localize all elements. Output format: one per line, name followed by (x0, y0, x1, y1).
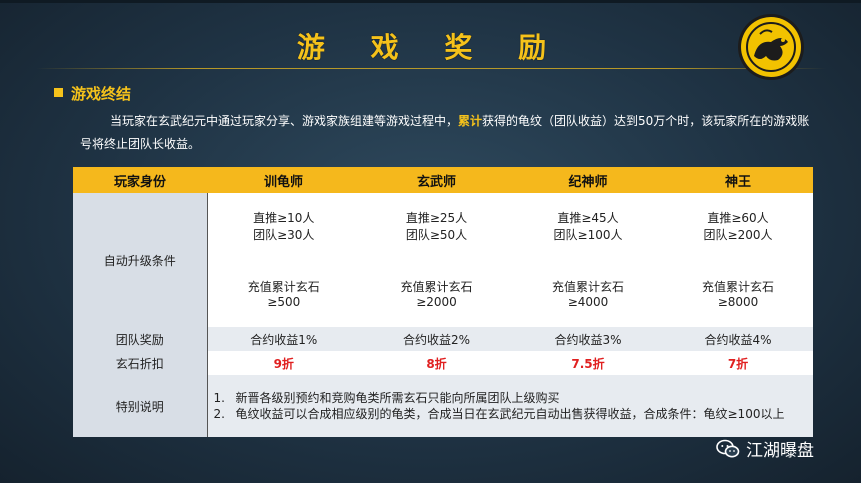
refer-cell: 直推≥10人 团队≥30人 (206, 193, 360, 259)
watermark: 江湖曝盘 (716, 436, 814, 461)
reward-cell: 合约收益2% (360, 327, 513, 351)
title-divider (36, 68, 826, 69)
wechat-icon (716, 439, 740, 457)
summary-paragraph: 当玩家在玄武纪元中通过玩家分享、游戏家族组建等游戏过程中，累计获得的龟纹（团队收… (80, 110, 820, 156)
page-title: 游 戏 奖 励 (296, 31, 565, 64)
refer-cell: 直推≥45人 团队≥100人 (513, 193, 663, 259)
header-level-4: 神王 (663, 167, 813, 193)
header-level-2: 玄武师 (360, 167, 513, 193)
discount-cell: 7折 (663, 351, 813, 375)
upgrade-label: 自动升级条件 (73, 193, 207, 327)
reward-table: 玩家身份 训龟师 玄武师 纪神师 神王 自动升级条件 直推≥10人 团队≥30人 … (73, 167, 813, 437)
header-level-3: 纪神师 (513, 167, 663, 193)
note-item: 1. 新晋各级别预约和竞购龟类所需玄石只能向所属团队上级购买 (213, 391, 560, 405)
discount-cell: 9折 (206, 351, 360, 375)
recharge-cell: 充值累计玄石 ≥500 (206, 259, 360, 327)
recharge-cell: 充值累计玄石 ≥4000 (513, 259, 663, 327)
section-bullet (54, 88, 63, 97)
header-level-1: 训龟师 (207, 167, 360, 193)
note-item: 2. 龟纹收益可以合成相应级别的龟类，合成当日在玄武纪元自动出售获得收益，合成条件… (213, 407, 785, 421)
header-identity: 玩家身份 (73, 167, 207, 193)
table-header-row: 玩家身份 训龟师 玄武师 纪神师 神王 (73, 167, 813, 193)
note-label: 特别说明 (73, 375, 207, 437)
table-row: 特别说明 1. 新晋各级别预约和竞购龟类所需玄石只能向所属团队上级购买 2. 龟纹收… (73, 375, 813, 437)
refer-cell: 直推≥25人 团队≥50人 (360, 193, 513, 259)
section-title: 游戏终结 (71, 85, 132, 103)
discount-cell: 8折 (360, 351, 513, 375)
recharge-cell: 充值累计玄石 ≥8000 (663, 259, 813, 327)
watermark-text: 江湖曝盘 (746, 441, 814, 461)
reward-cell: 合约收益3% (513, 327, 663, 351)
table-row: 玄石折扣 9折 8折 7.5折 7折 (73, 351, 813, 375)
para-text-1: 当玩家在玄武纪元中通过玩家分享、游戏家族组建等游戏过程中， (110, 114, 459, 128)
refer-cell: 直推≥60人 团队≥200人 (663, 193, 813, 259)
reward-label: 团队奖励 (73, 327, 207, 351)
discount-label: 玄石折扣 (73, 351, 207, 375)
table-row: 自动升级条件 直推≥10人 团队≥30人 直推≥25人 团队≥50人 直推≥45人团… (73, 193, 813, 327)
table-row: 团队奖励 合约收益1% 合约收益2% 合约收益3% 合约收益4% (73, 327, 813, 351)
recharge-cell: 充值累计玄石 ≥2000 (360, 259, 513, 327)
discount-cell: 7.5折 (513, 351, 663, 375)
turtle-emblem-icon (738, 14, 804, 80)
reward-cell: 合约收益4% (663, 327, 813, 351)
reward-cell: 合约收益1% (206, 327, 360, 351)
para-highlight: 累计 (458, 114, 483, 128)
note-cell: 1. 新晋各级别预约和竞购龟类所需玄石只能向所属团队上级购买 2. 龟纹收益可以合成… (206, 375, 813, 437)
top-rule (0, 0, 861, 3)
